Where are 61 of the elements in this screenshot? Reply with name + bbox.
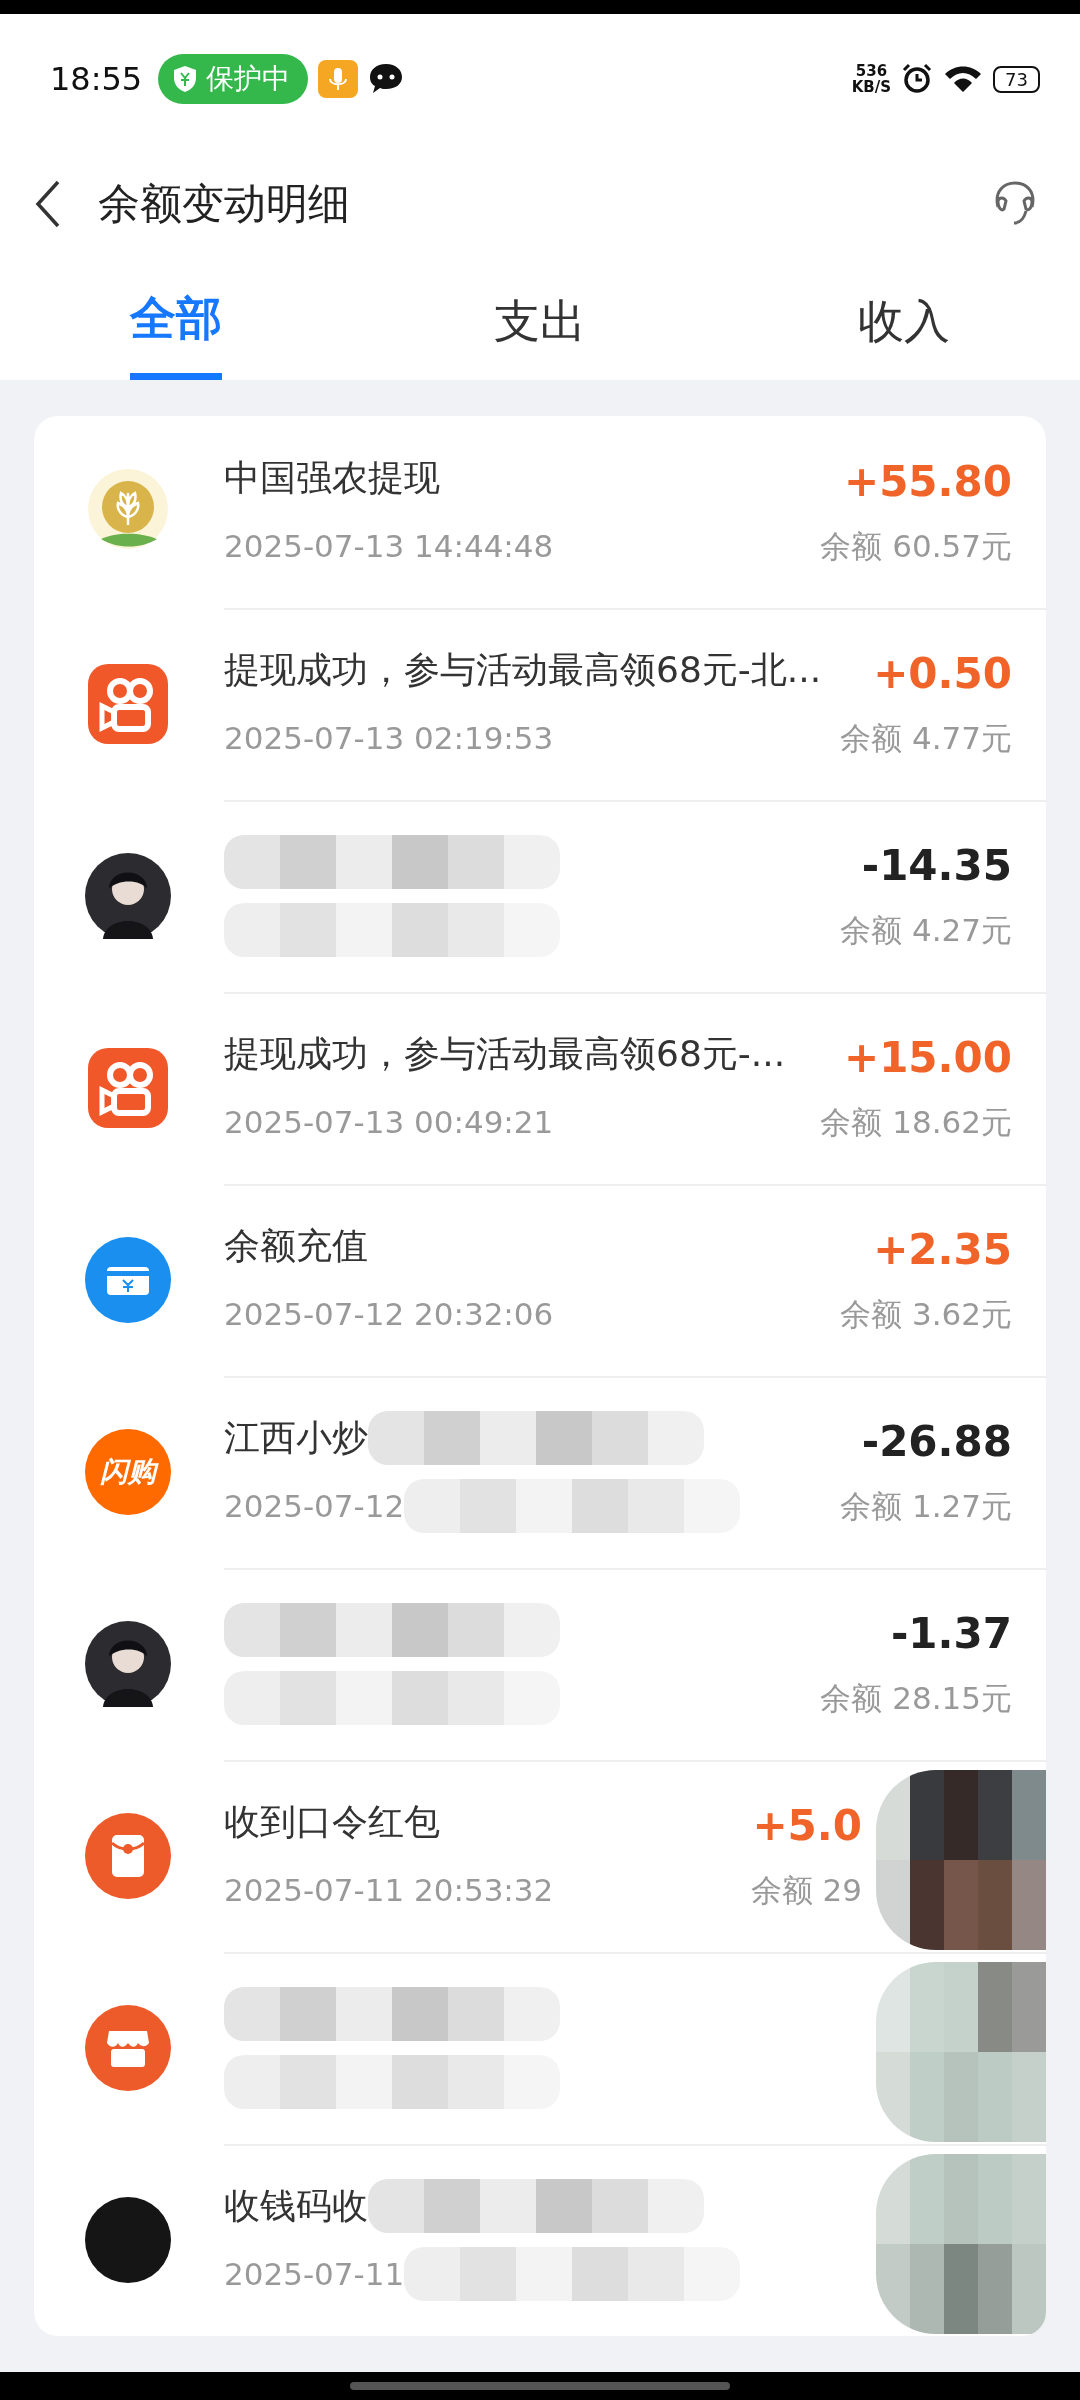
transaction-title: 江西小炒 [224, 1415, 368, 1460]
back-icon[interactable] [34, 180, 62, 228]
filter-tab[interactable]: 支出 [366, 264, 714, 380]
avatar-icon [85, 853, 171, 939]
circle-avatar-icon [85, 2197, 171, 2283]
transaction-title: 余额充值 [224, 1223, 368, 1268]
transaction-amount: +2.35 [873, 1224, 1012, 1274]
transaction-amount: +5.0 [752, 1800, 862, 1850]
balance-after: 余额 3.62元 [840, 1294, 1012, 1334]
transaction-row[interactable]: 收钱码收 2025-07-11 [34, 2144, 1046, 2336]
network-speed: 536 KB/S [851, 63, 892, 95]
transaction-title: 提现成功，参与活动最高领68元-... [224, 1031, 786, 1076]
envelope-icon [85, 1813, 171, 1899]
alarm-icon [901, 63, 934, 95]
transaction-amount: -14.35 [861, 840, 1012, 890]
transaction-amount: +15.00 [843, 1032, 1012, 1082]
filter-tab[interactable]: 收入 [858, 264, 950, 380]
transaction-title: 提现成功，参与活动最高领68元-北... [224, 647, 822, 692]
transaction-row[interactable]: 中国强农提现 2025-07-13 14:44:48 +55.80 余额 60.57元 [34, 416, 1046, 608]
camera-app-icon [88, 664, 168, 744]
transaction-title: 收钱码收 [224, 2183, 368, 2228]
microphone-icon [318, 60, 359, 98]
shop-icon [85, 2005, 171, 2091]
battery-indicator: 73 [993, 65, 1040, 93]
transaction-row[interactable]: -14.35 余额 4.27元 [34, 800, 1046, 992]
transaction-amount: -26.88 [861, 1416, 1012, 1466]
balance-after: 余额 60.57元 [820, 526, 1012, 566]
balance-after: 余额 4.27元 [840, 910, 1012, 950]
transaction-row[interactable]: 收到口令红包 2025-07-11 20:53:32 +5.0 余额 29 [34, 1760, 1046, 1952]
transaction-time: 2025-07-11 [224, 2256, 405, 2292]
transaction-time: 2025-07-13 00:49:21 [224, 1104, 554, 1140]
balance-after: 余额 18.62元 [820, 1102, 1012, 1142]
transaction-row[interactable]: 闪购 江西小炒 2025-07-12 -26.88 余额 1.27元 [34, 1376, 1046, 1568]
wallet-card-icon [85, 1237, 171, 1323]
transaction-amount: +0.50 [873, 648, 1012, 698]
transaction-amount: +55.80 [843, 456, 1012, 506]
transaction-title: 收到口令红包 [224, 1799, 440, 1844]
transaction-time: 2025-07-13 02:19:53 [224, 720, 554, 756]
transaction-time: 2025-07-12 20:32:06 [224, 1296, 554, 1332]
transaction-time: 2025-07-11 20:53:32 [224, 1872, 554, 1908]
transaction-row[interactable]: 提现成功，参与活动最高领68元-... 2025-07-13 00:49:21 +15.00 余额 18.62元 [34, 992, 1046, 1184]
transaction-time: 2025-07-12 [224, 1488, 405, 1524]
balance-after: 余额 4.77元 [840, 718, 1012, 758]
protection-badge: 保护中 [158, 54, 309, 104]
balance-after: 余额 28.15元 [820, 1678, 1012, 1718]
balance-after: 余额 29 [750, 1870, 862, 1910]
shield-icon [172, 65, 199, 93]
transaction-time: 2025-07-13 14:44:48 [224, 528, 554, 564]
transaction-row[interactable]: -1.37 余额 28.15元 [34, 1568, 1046, 1760]
chat-bubble-icon [368, 62, 405, 96]
transaction-amount: -1.37 [890, 1608, 1012, 1658]
status-time: 18:55 [50, 60, 143, 98]
transaction-row[interactable]: 余额充值 2025-07-12 20:32:06 +2.35 余额 3.62元 [34, 1184, 1046, 1376]
camera-app-icon [88, 1048, 168, 1128]
flash-buy-logo: 闪购 [85, 1429, 171, 1515]
balance-after: 余额 1.27元 [840, 1486, 1012, 1526]
transaction-row[interactable]: 提现成功，参与活动最高领68元-北... 2025-07-13 02:19:53 +0.50 余额 4.77元 [34, 608, 1046, 800]
transaction-title: 中国强农提现 [224, 455, 440, 500]
filter-tab[interactable]: 全部 [130, 264, 222, 380]
avatar-icon [85, 1621, 171, 1707]
page-title: 余额变动明细 [98, 178, 350, 230]
